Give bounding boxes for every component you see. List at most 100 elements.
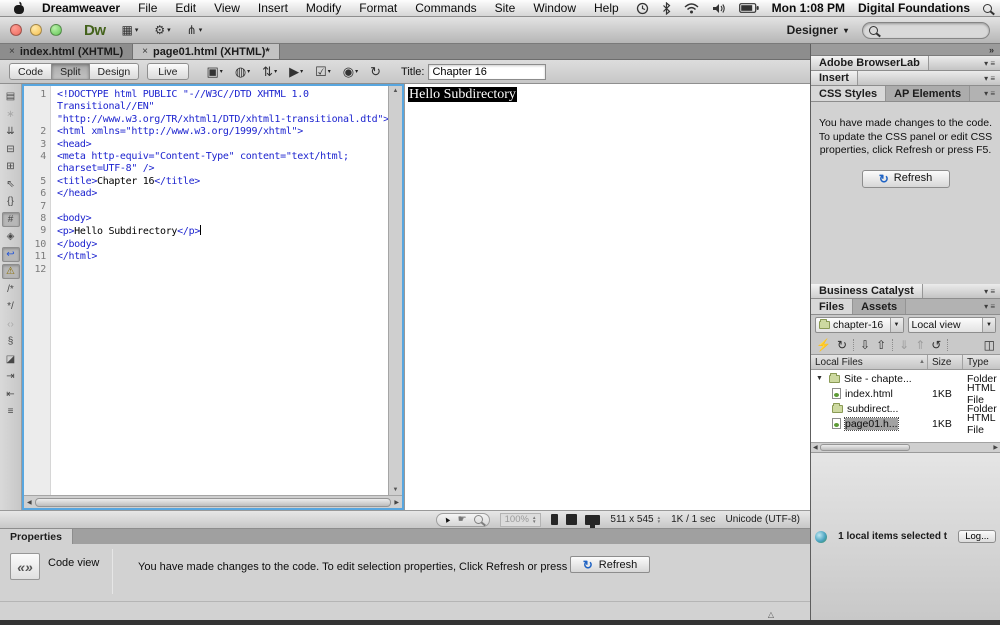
code-line[interactable] xyxy=(50,201,57,213)
zoom-level-select[interactable]: 100% ▲▼ xyxy=(500,513,542,527)
connect-remote-host-icon[interactable]: ⚡ xyxy=(816,338,831,352)
apply-comment-icon[interactable]: /* xyxy=(2,282,20,297)
scroll-left-icon[interactable]: ◀ xyxy=(27,499,32,506)
code-row[interactable]: 3<head> xyxy=(24,139,388,151)
close-icon[interactable]: × xyxy=(142,46,148,57)
code-line[interactable]: </body> xyxy=(50,239,97,251)
spotlight-icon[interactable] xyxy=(983,4,992,13)
get-files-icon[interactable]: ⇩ xyxy=(860,338,870,352)
code-vertical-scrollbar[interactable]: ▲ ▼ xyxy=(388,86,402,495)
menu-site[interactable]: Site xyxy=(486,1,525,15)
code-row[interactable]: 7 xyxy=(24,201,388,213)
design-view[interactable]: Hello Subdirectory xyxy=(404,84,810,510)
code-row[interactable]: 9<p>Hello Subdirectory</p> xyxy=(24,225,388,238)
code-line[interactable]: <!DOCTYPE html PUBLIC "-//W3C//DTD XHTML… xyxy=(50,89,309,101)
scroll-up-icon[interactable]: ▲ xyxy=(393,88,399,94)
file-management-icon[interactable]: ⇅▾ xyxy=(256,64,283,80)
recent-snippets-icon[interactable]: § xyxy=(2,334,20,349)
document-title-input[interactable] xyxy=(428,64,546,80)
check-browser-compatibility-icon[interactable]: ☑▾ xyxy=(309,64,337,80)
code-line[interactable] xyxy=(50,264,57,276)
battery-icon[interactable] xyxy=(739,3,759,13)
scroll-right-icon[interactable]: ▶ xyxy=(394,499,399,506)
visual-aids-icon[interactable]: ◉▾ xyxy=(337,64,364,80)
outdent-code-icon[interactable]: ⇤ xyxy=(2,387,20,402)
expand-arrow-icon[interactable]: ▼ xyxy=(814,375,825,382)
split-view-button[interactable]: Split xyxy=(51,63,89,80)
properties-refresh-button[interactable]: ↻ Refresh xyxy=(570,556,650,573)
code-horizontal-scrollbar[interactable]: ◀ ▶ xyxy=(24,495,402,508)
expand-collapse-icon[interactable]: ◫ xyxy=(984,338,995,352)
site-management-icon[interactable]: ⋔▾ xyxy=(187,23,203,37)
close-window-button[interactable] xyxy=(10,24,22,36)
menu-view[interactable]: View xyxy=(205,1,249,15)
hand-tool-icon[interactable]: ☛ xyxy=(458,514,467,525)
indent-code-icon[interactable]: ⇥ xyxy=(2,369,20,384)
menu-commands[interactable]: Commands xyxy=(406,1,485,15)
code-line[interactable]: charset=UTF-8" /> xyxy=(50,163,154,175)
panel-menu-icon[interactable]: ▾ ≡ xyxy=(979,284,1000,298)
select-parent-tag-icon[interactable]: ⇖ xyxy=(2,177,20,192)
code-row[interactable]: 8<body> xyxy=(24,213,388,225)
code-line[interactable]: <html xmlns="http://www.w3.org/1999/xhtm… xyxy=(50,126,303,138)
panel-menu-icon[interactable]: ▾ ≡ xyxy=(979,56,1000,70)
tab-files[interactable]: Files xyxy=(811,299,853,314)
code-line[interactable]: <title>Chapter 16</title> xyxy=(50,176,200,188)
code-row[interactable]: 1<!DOCTYPE html PUBLIC "-//W3C//DTD XHTM… xyxy=(24,89,388,101)
code-line[interactable]: "http://www.w3.org/TR/xhtml1/DTD/xhtml1-… xyxy=(50,114,388,126)
panel-menu-icon[interactable]: ▾ ≡ xyxy=(979,71,1000,85)
window-size-select[interactable]: 511 x 545 ▲▼ xyxy=(610,514,661,525)
browserlab-panel-header[interactable]: Adobe BrowserLab ▾ ≡ xyxy=(811,56,1000,71)
open-documents-icon[interactable]: ▤ xyxy=(2,89,20,104)
zoom-tool-icon[interactable] xyxy=(474,515,483,524)
bluetooth-icon[interactable] xyxy=(662,2,671,15)
menubar-clock[interactable]: Mon 1:08 PM xyxy=(772,1,845,15)
time-machine-icon[interactable] xyxy=(636,2,649,15)
minimize-window-button[interactable] xyxy=(30,24,42,36)
syntax-error-alerts-icon[interactable]: ⚠ xyxy=(2,264,20,279)
select-tool-icon[interactable]: ▲ xyxy=(441,514,452,526)
code-line[interactable]: Transitional//EN" xyxy=(50,101,154,113)
desktop-size-icon[interactable] xyxy=(585,515,600,525)
live-view-button[interactable]: Live xyxy=(147,63,188,80)
highlight-invalid-code-icon[interactable]: ◈ xyxy=(2,229,20,244)
extend-dreamweaver-icon[interactable]: ⚙▾ xyxy=(154,23,170,37)
file-name[interactable]: index.html xyxy=(845,388,893,400)
code-line[interactable]: <p>Hello Subdirectory</p> xyxy=(50,225,201,238)
scrollbar-thumb[interactable] xyxy=(820,444,910,451)
log-button[interactable]: Log... xyxy=(958,530,996,543)
doc-tab-index.html[interactable]: ×index.html (XHTML) xyxy=(0,44,133,59)
collapse-selection-icon[interactable]: ⊟ xyxy=(2,142,20,157)
mobile-size-icon[interactable] xyxy=(551,514,558,525)
wifi-icon[interactable] xyxy=(684,3,699,14)
panel-menu-icon[interactable]: ▾ ≡ xyxy=(979,86,1000,101)
site-select[interactable]: chapter-16 ▼ xyxy=(815,317,904,333)
menu-dreamweaver[interactable]: Dreamweaver xyxy=(33,1,129,15)
line-numbers-icon[interactable]: # xyxy=(2,212,20,227)
remove-comment-icon[interactable]: */ xyxy=(2,299,20,314)
code-row[interactable]: Transitional//EN" xyxy=(24,101,388,113)
scrollbar-thumb[interactable] xyxy=(35,498,392,507)
code-view[interactable]: 1<!DOCTYPE html PUBLIC "-//W3C//DTD XHTM… xyxy=(22,84,404,510)
file-name[interactable]: page01.h... xyxy=(845,418,898,430)
menu-window[interactable]: Window xyxy=(524,1,585,15)
balance-braces-icon[interactable]: {} xyxy=(2,194,20,209)
doc-tab-page01.html[interactable]: ×page01.html (XHTML)* xyxy=(133,44,280,59)
scroll-down-icon[interactable]: ▼ xyxy=(393,487,399,493)
selected-text[interactable]: Hello Subdirectory xyxy=(408,87,517,102)
files-horizontal-scrollbar[interactable]: ◀ ▶ xyxy=(811,442,1000,452)
view-select[interactable]: Local view ▼ xyxy=(908,317,997,333)
code-row[interactable]: "http://www.w3.org/TR/xhtml1/DTD/xhtml1-… xyxy=(24,114,388,126)
menu-help[interactable]: Help xyxy=(585,1,628,15)
column-size[interactable]: Size xyxy=(927,355,962,369)
panel-menu-icon[interactable]: ▾ ≡ xyxy=(979,299,1000,314)
file-name[interactable]: subdirect... xyxy=(847,403,898,415)
file-row[interactable]: index.html1KBHTML File xyxy=(811,386,1000,401)
tab-assets[interactable]: Assets xyxy=(853,299,906,314)
code-line[interactable]: <head> xyxy=(50,139,91,151)
menu-edit[interactable]: Edit xyxy=(166,1,205,15)
insert-panel-header[interactable]: Insert ▾ ≡ xyxy=(811,71,1000,86)
help-search-input[interactable] xyxy=(862,22,990,39)
expand-all-icon[interactable]: ⊞ xyxy=(2,159,20,174)
menu-format[interactable]: Format xyxy=(350,1,406,15)
